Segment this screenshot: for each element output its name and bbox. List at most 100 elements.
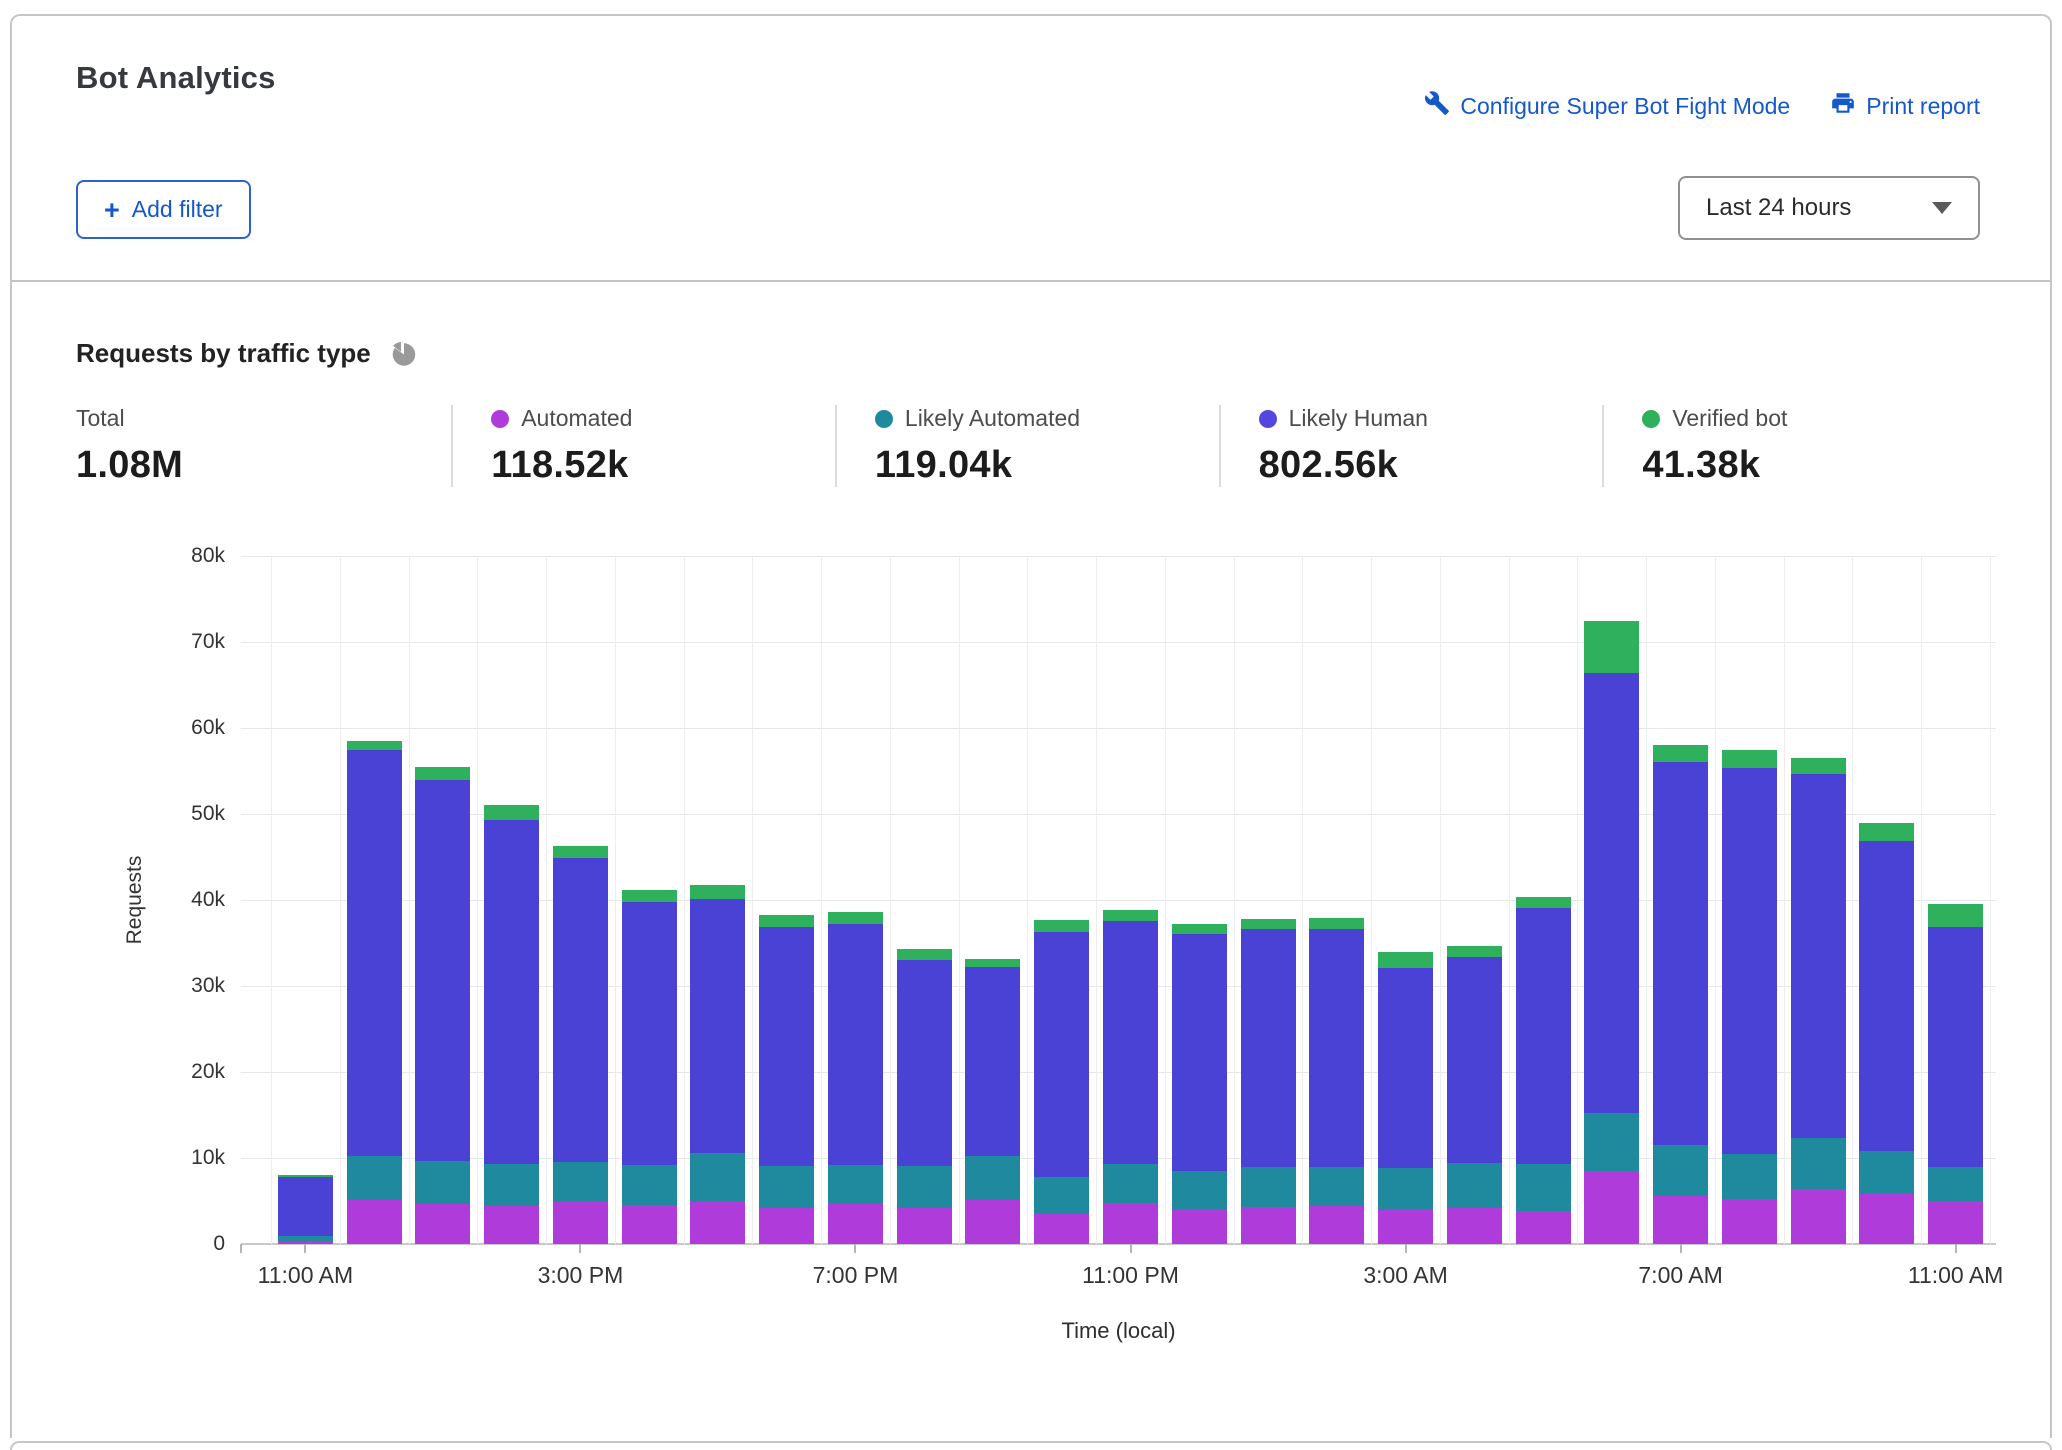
x-tick-label: 11:00 AM xyxy=(1908,1262,2003,1289)
stacked-bar[interactable] xyxy=(1653,745,1708,1244)
print-report-link[interactable]: Print report xyxy=(1830,90,1980,122)
bar-segment xyxy=(1859,841,1914,1151)
bar-segment xyxy=(1309,918,1364,929)
bar-segment xyxy=(347,750,402,1156)
bar-segment xyxy=(415,780,470,1162)
bar-segment xyxy=(759,927,814,1166)
bar-segment xyxy=(1859,1151,1914,1194)
gridline xyxy=(890,556,891,1244)
stacked-bar[interactable] xyxy=(1447,946,1502,1244)
bar-segment xyxy=(1172,924,1227,934)
stacked-bar[interactable] xyxy=(1034,920,1089,1244)
bar-segment xyxy=(347,1156,402,1200)
bar-segment xyxy=(828,924,883,1165)
bar-segment xyxy=(484,1164,539,1206)
stacked-bar[interactable] xyxy=(1516,897,1571,1244)
bar-segment xyxy=(1309,1167,1364,1206)
bar-segment xyxy=(1791,1189,1846,1244)
bar-segment xyxy=(1034,1177,1089,1214)
gridline xyxy=(1096,556,1097,1244)
y-tick-label: 0 xyxy=(213,1232,225,1256)
stat-value: 119.04k xyxy=(875,444,1219,487)
stat-label: Likely Automated xyxy=(905,405,1080,432)
likely-human-legend-dot xyxy=(1259,410,1277,428)
bar-segment xyxy=(1653,745,1708,761)
plot-area[interactable]: Requests Time (local) 010k20k30k40k50k60… xyxy=(241,556,1996,1244)
bot-analytics-card: Bot Analytics Configure Super Bot Fight … xyxy=(10,14,2052,1438)
stacked-bar[interactable] xyxy=(1172,924,1227,1244)
bar-segment xyxy=(1791,1138,1846,1189)
next-card-top-edge xyxy=(10,1441,2052,1450)
time-range-dropdown[interactable]: Last 24 hours xyxy=(1678,176,1980,240)
bar-segment xyxy=(1722,768,1777,1154)
bar-segment xyxy=(553,846,608,858)
stacked-bar[interactable] xyxy=(347,741,402,1244)
stacked-bar[interactable] xyxy=(897,949,952,1244)
stacked-bar[interactable] xyxy=(1309,918,1364,1244)
bar-segment xyxy=(484,820,539,1164)
bar-segment xyxy=(1034,920,1089,932)
bar-segment xyxy=(1516,908,1571,1164)
stacked-bar[interactable] xyxy=(553,846,608,1244)
gridline xyxy=(1646,556,1647,1244)
bar-segment xyxy=(690,1202,745,1244)
stacked-bar[interactable] xyxy=(1378,952,1433,1244)
bar-segment xyxy=(759,915,814,927)
axis-tick xyxy=(854,1244,856,1253)
stacked-bar[interactable] xyxy=(1928,904,1983,1244)
stat-label: Likely Human xyxy=(1289,405,1428,432)
stacked-bar[interactable] xyxy=(1103,910,1158,1244)
stacked-bar[interactable] xyxy=(965,959,1020,1245)
bar-segment xyxy=(759,1166,814,1208)
stat-label: Automated xyxy=(521,405,632,432)
y-axis-title: Requests xyxy=(123,856,147,945)
stacked-bar[interactable] xyxy=(484,805,539,1244)
bar-segment xyxy=(1447,946,1502,957)
axis-tick xyxy=(1405,1244,1407,1253)
bar-segment xyxy=(622,890,677,902)
configure-super-bot-fight-mode-link[interactable]: Configure Super Bot Fight Mode xyxy=(1424,90,1790,122)
stacked-bar[interactable] xyxy=(828,912,883,1244)
gridline xyxy=(271,556,272,1244)
bar-segment xyxy=(1378,968,1433,1168)
bar-segment xyxy=(965,959,1020,968)
stacked-bar[interactable] xyxy=(415,767,470,1244)
axis-tick xyxy=(579,1244,581,1253)
automated-legend-dot xyxy=(491,410,509,428)
stacked-bar[interactable] xyxy=(1241,919,1296,1244)
add-filter-button[interactable]: + Add filter xyxy=(76,180,251,239)
bar-segment xyxy=(1378,1210,1433,1244)
gridline xyxy=(1509,556,1510,1244)
stacked-bar[interactable] xyxy=(1584,621,1639,1244)
bar-segment xyxy=(965,967,1020,1156)
stacked-bar[interactable] xyxy=(1859,823,1914,1244)
section-title: Requests by traffic type xyxy=(76,338,371,369)
bar-segment xyxy=(1309,929,1364,1167)
bar-segment xyxy=(1172,934,1227,1171)
bar-segment xyxy=(1103,921,1158,1164)
bar-segment xyxy=(1378,1168,1433,1209)
bar-segment xyxy=(690,885,745,900)
axis-tick xyxy=(304,1244,306,1253)
stacked-bar[interactable] xyxy=(1791,758,1846,1244)
stat-label: Verified bot xyxy=(1672,405,1787,432)
x-tick-label: 11:00 AM xyxy=(258,1262,353,1289)
bar-segment xyxy=(1447,1208,1502,1244)
gridline xyxy=(1921,556,1922,1244)
bar-segment xyxy=(622,1165,677,1205)
bar-segment xyxy=(1516,897,1571,908)
y-tick-label: 40k xyxy=(191,888,225,912)
gridline xyxy=(340,556,341,1244)
stacked-bar[interactable] xyxy=(278,1175,333,1244)
x-tick-label: 7:00 AM xyxy=(1638,1262,1722,1289)
stacked-bar[interactable] xyxy=(690,885,745,1244)
stacked-bar[interactable] xyxy=(622,890,677,1244)
stacked-bar[interactable] xyxy=(1722,750,1777,1244)
stacked-bar[interactable] xyxy=(759,915,814,1244)
bar-segment xyxy=(415,767,470,780)
card-header: Bot Analytics Configure Super Bot Fight … xyxy=(12,16,2050,282)
bar-segment xyxy=(1791,774,1846,1138)
bar-segment xyxy=(1034,1214,1089,1244)
bar-segment xyxy=(1241,919,1296,929)
gridline xyxy=(959,556,960,1244)
